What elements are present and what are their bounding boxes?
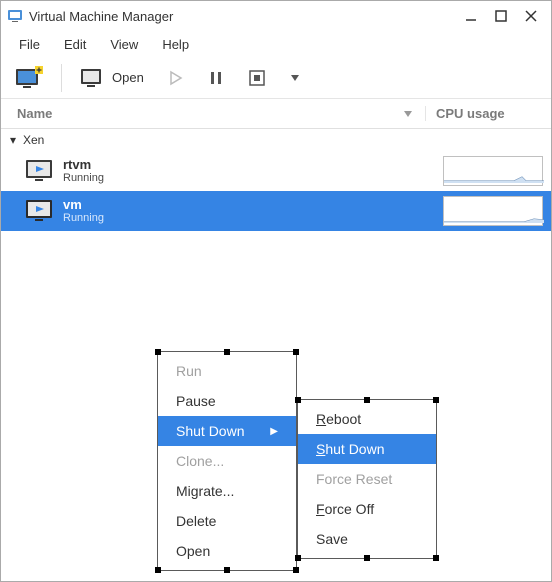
submenu-force-off[interactable]: Force Off bbox=[298, 494, 436, 524]
submenu-shutdown[interactable]: Shut Down bbox=[298, 434, 436, 464]
shutdown-button[interactable] bbox=[242, 65, 272, 91]
connection-label: Xen bbox=[23, 133, 44, 147]
window-title: Virtual Machine Manager bbox=[29, 9, 465, 24]
submenu-force-reset: Force Reset bbox=[298, 464, 436, 494]
vm-tree: ▾ Xen rtvm Running bbox=[1, 129, 551, 581]
close-button[interactable] bbox=[525, 10, 537, 22]
maximize-button[interactable] bbox=[495, 10, 507, 22]
vm-name: vm bbox=[63, 197, 443, 213]
shutdown-submenu: Reboot Shut Down Force Reset Force Off S… bbox=[297, 399, 437, 559]
minimize-button[interactable] bbox=[465, 10, 477, 22]
app-window: Virtual Machine Manager File Edit View H… bbox=[0, 0, 552, 582]
vm-row[interactable]: rtvm Running bbox=[1, 151, 551, 191]
cpu-usage-chart bbox=[443, 156, 543, 186]
header-name[interactable]: Name bbox=[17, 106, 425, 121]
menu-view[interactable]: View bbox=[98, 33, 150, 56]
cpu-usage-chart bbox=[443, 196, 543, 226]
toolbar: Open bbox=[1, 57, 551, 99]
submenu-arrow-icon: ▶ bbox=[270, 426, 278, 437]
header-cpu[interactable]: CPU usage bbox=[425, 106, 535, 121]
menu-help[interactable]: Help bbox=[150, 33, 201, 56]
vm-context-menu: Run Pause Shut Down▶ Clone... Migrate...… bbox=[157, 351, 297, 571]
play-button[interactable] bbox=[162, 66, 190, 90]
menu-file[interactable]: File bbox=[7, 33, 52, 56]
menu-clone: Clone... bbox=[158, 446, 296, 476]
menu-migrate[interactable]: Migrate... bbox=[158, 476, 296, 506]
submenu-save[interactable]: Save bbox=[298, 524, 436, 554]
titlebar: Virtual Machine Manager bbox=[1, 1, 551, 31]
shutdown-menu-arrow[interactable] bbox=[284, 69, 306, 87]
menu-delete[interactable]: Delete bbox=[158, 506, 296, 536]
expander-icon[interactable]: ▾ bbox=[7, 133, 19, 147]
vm-monitor-icon bbox=[25, 158, 55, 184]
vm-status: Running bbox=[63, 212, 443, 225]
menubar: File Edit View Help bbox=[1, 31, 551, 57]
vm-status: Running bbox=[63, 172, 443, 185]
vm-row[interactable]: vm Running bbox=[1, 191, 551, 231]
menu-pause[interactable]: Pause bbox=[158, 386, 296, 416]
connection-row[interactable]: ▾ Xen bbox=[1, 129, 551, 151]
column-headers: Name CPU usage bbox=[1, 99, 551, 129]
header-name-label: Name bbox=[17, 106, 52, 121]
submenu-reboot[interactable]: Reboot bbox=[298, 404, 436, 434]
vm-name: rtvm bbox=[63, 157, 443, 173]
menu-edit[interactable]: Edit bbox=[52, 33, 98, 56]
new-vm-button[interactable] bbox=[9, 62, 49, 94]
open-button[interactable]: Open bbox=[74, 63, 150, 93]
toolbar-separator bbox=[61, 64, 62, 92]
pause-button[interactable] bbox=[202, 66, 230, 90]
app-icon bbox=[7, 8, 23, 24]
menu-shutdown[interactable]: Shut Down▶ bbox=[158, 416, 296, 446]
vm-monitor-icon bbox=[25, 198, 55, 224]
sort-indicator-icon bbox=[403, 109, 413, 119]
header-cpu-label: CPU usage bbox=[436, 106, 505, 121]
menu-open[interactable]: Open bbox=[158, 536, 296, 566]
open-button-label: Open bbox=[112, 70, 144, 85]
menu-run: Run bbox=[158, 356, 296, 386]
